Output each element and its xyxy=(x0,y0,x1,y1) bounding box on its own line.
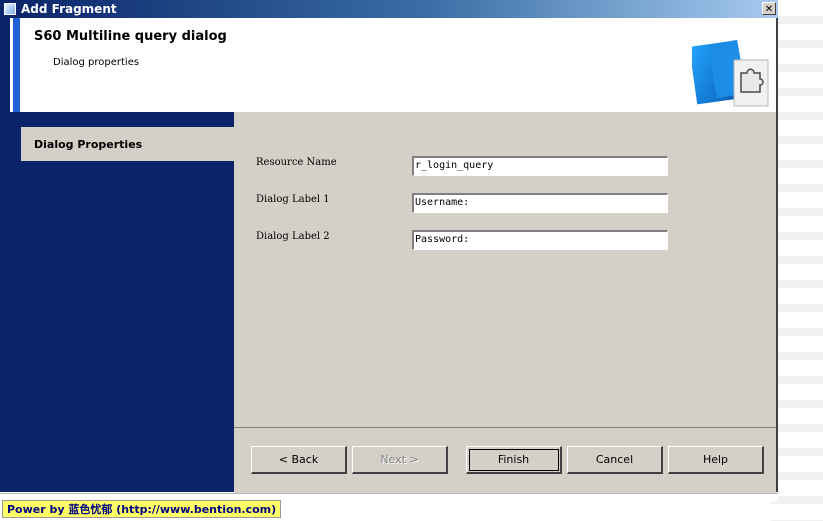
header-blue-stripe xyxy=(13,18,20,112)
torn-edge-background xyxy=(771,0,823,521)
resource-name-input[interactable]: r_login_query xyxy=(412,156,668,176)
dialog-label-1-label: Dialog Label 1 xyxy=(256,194,330,205)
cancel-button[interactable]: Cancel xyxy=(567,446,663,474)
title-bar[interactable]: Add Fragment ✕ xyxy=(0,0,778,18)
wizard-page-subtitle: Dialog properties xyxy=(53,57,140,68)
close-button[interactable]: ✕ xyxy=(762,2,776,15)
dialog-label-2-input[interactable]: Password: xyxy=(412,230,668,250)
resource-name-label: Resource Name xyxy=(256,157,337,168)
wizard-page-title: S60 Multiline query dialog xyxy=(34,29,227,44)
dialog-label-2-label: Dialog Label 2 xyxy=(256,231,330,242)
nav-item-label: Dialog Properties xyxy=(34,137,143,151)
dialog-label-1-input[interactable]: Username: xyxy=(412,193,668,213)
add-fragment-dialog: Add Fragment ✕ S60 Multiline query dialo… xyxy=(0,0,778,493)
finish-button[interactable]: Finish xyxy=(466,446,562,474)
app-window-icon xyxy=(4,3,16,15)
wizard-navigation-panel: Dialog Properties xyxy=(0,112,234,492)
watermark-banner: Power by 蓝色忧郁 (http://www.bention.com) xyxy=(2,500,282,518)
nav-item-dialog-properties[interactable]: Dialog Properties xyxy=(21,127,234,161)
back-button[interactable]: < Back xyxy=(251,446,347,474)
header-dark-stripe xyxy=(0,18,10,112)
puzzle-piece-wizard-icon xyxy=(692,40,769,107)
window-title: Add Fragment xyxy=(21,2,117,16)
help-button[interactable]: Help xyxy=(668,446,764,474)
wizard-header: S60 Multiline query dialog Dialog proper… xyxy=(0,18,776,113)
next-button[interactable]: Next > xyxy=(352,446,448,474)
